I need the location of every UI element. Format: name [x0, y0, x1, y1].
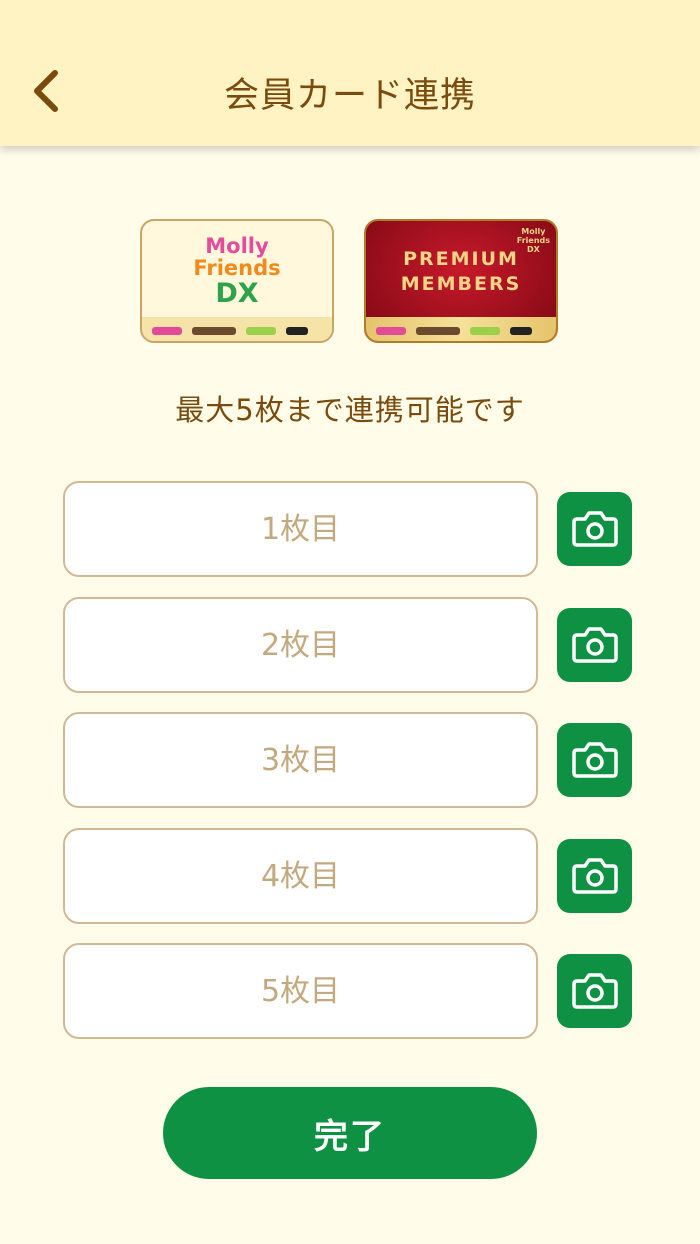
camera-button-3[interactable]: [557, 723, 632, 797]
camera-button-4[interactable]: [557, 839, 632, 913]
card-number-input-2[interactable]: [65, 598, 536, 692]
card-strip: [142, 317, 332, 341]
card-row-2: [63, 597, 633, 693]
card-logo: PREMIUM MEMBERS: [400, 248, 522, 295]
card-number-field-4: [63, 828, 538, 924]
camera-icon: [571, 973, 618, 1009]
back-button[interactable]: [26, 66, 66, 116]
card-number-input-5[interactable]: [65, 944, 536, 1038]
card-number-field-3: [63, 712, 538, 808]
card-logo: Molly Friends DX: [193, 234, 281, 309]
camera-icon: [571, 627, 618, 663]
max-cards-note: 最大5枚まで連携可能です: [175, 393, 525, 427]
card-number-field-5: [63, 943, 538, 1039]
camera-icon: [571, 858, 618, 894]
card-row-1: [63, 481, 633, 577]
molly-friends-dx-card-image: Molly Friends DX: [140, 219, 334, 343]
done-button[interactable]: 完了: [163, 1087, 537, 1179]
card-strip: [366, 317, 556, 341]
card-number-field-1: [63, 481, 538, 577]
camera-button-2[interactable]: [557, 608, 632, 682]
card-row-3: [63, 712, 633, 808]
card-number-input-3[interactable]: [65, 713, 536, 807]
page-title: 会員カード連携: [223, 75, 476, 116]
card-images: Molly Friends DX Molly Friends DX PREMIU…: [140, 219, 560, 345]
camera-button-5[interactable]: [557, 954, 632, 1028]
chevron-left-icon: [34, 70, 58, 112]
camera-button-1[interactable]: [557, 492, 632, 566]
camera-icon: [571, 742, 618, 778]
card-number-input-4[interactable]: [65, 829, 536, 923]
card-number-field-2: [63, 597, 538, 693]
header-bar: 会員カード連携: [0, 0, 700, 146]
premium-members-card-image: Molly Friends DX PREMIUM MEMBERS: [364, 219, 558, 343]
card-row-5: [63, 943, 633, 1039]
card-number-input-1[interactable]: [65, 482, 536, 576]
card-row-4: [63, 828, 633, 924]
camera-icon: [571, 511, 618, 547]
